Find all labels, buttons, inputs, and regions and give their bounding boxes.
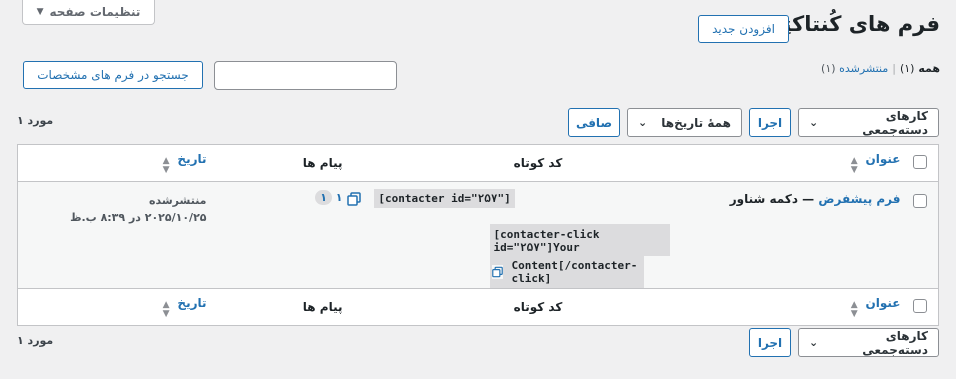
filter-published-label: منتشرشده <box>839 62 889 75</box>
header-checkbox-cell <box>903 145 939 182</box>
copy-icon[interactable] <box>346 191 361 206</box>
filter-published[interactable]: منتشرشده (۱) <box>821 62 888 75</box>
filter-published-count: (۱) <box>821 62 836 75</box>
bulk-actions-select-bottom[interactable]: کارهای دسته‌جمعی ⌄ <box>798 328 939 357</box>
shortcode-text-2a: [contacter-click id="۲۵۷"]Your <box>489 224 670 256</box>
row-shortcode-cell: [contacter id="۲۵۷"] [contacter-click id… <box>346 182 670 289</box>
table-footer-row: عنوان ▲ ▼ کد کوتاه پیام ها تاریخ ▲ ▼ <box>18 289 939 326</box>
dates-filter-label: همهٔ تاریخ‌ها <box>661 115 731 130</box>
bulk-actions-label: کارهای دسته‌جمعی <box>862 328 928 357</box>
status-filters: همه (۱)|منتشرشده (۱) <box>821 62 940 75</box>
footer-shortcode-cell: کد کوتاه <box>347 289 670 326</box>
row-date: ۲۰۲۵/۱۰/۲۵ در ۸:۳۹ ب.ظ <box>70 211 207 224</box>
sort-icon: ▲ ▼ <box>162 299 170 319</box>
row-messages-cell: ۱ ۱ <box>217 182 347 289</box>
sort-icon: ▲ ▼ <box>850 299 858 319</box>
shortcode-text-1: [contacter id="۲۵۷"] <box>374 189 515 208</box>
row-status: منتشرشده <box>149 194 207 207</box>
filter-all-count: (۱) <box>899 62 915 75</box>
table-row: فرم پیشفرض — دکمه شناور [contacter id="۲… <box>17 181 939 289</box>
row-checkbox-cell <box>903 182 939 289</box>
header-shortcode: کد کوتاه <box>513 156 563 170</box>
row-checkbox[interactable] <box>913 194 928 208</box>
header-messages-cell: پیام ها <box>217 145 347 182</box>
footer-date-cell[interactable]: تاریخ ▲ ▼ <box>18 289 217 326</box>
chevron-down-icon: ⌄ <box>638 116 648 129</box>
search-input[interactable] <box>214 61 397 90</box>
messages-bubble[interactable]: ۱ <box>315 190 332 205</box>
footer-title-cell[interactable]: عنوان ▲ ▼ <box>670 289 903 326</box>
screen-options-button[interactable]: ▼ تنظیمات صفحه <box>22 0 155 25</box>
header-date-cell[interactable]: تاریخ ▲ ▼ <box>18 145 217 182</box>
add-new-button[interactable]: افزودن جدید <box>698 15 789 43</box>
shortcode-block-1: [contacter id="۲۵۷"] <box>346 189 670 208</box>
header-messages: پیام ها <box>302 156 343 170</box>
footer-checkbox-cell <box>903 289 939 326</box>
row-title-cell: فرم پیشفرض — دکمه شناور <box>670 182 903 289</box>
header-title-cell[interactable]: عنوان ▲ ▼ <box>670 145 903 182</box>
footer-messages: پیام ها <box>302 300 343 314</box>
row-title-link[interactable]: فرم پیشفرض <box>818 192 900 206</box>
apply-button-bottom[interactable]: اجرا <box>749 328 791 357</box>
select-all-checkbox[interactable] <box>913 154 928 169</box>
filter-button[interactable]: صافی <box>568 108 620 137</box>
footer-messages-cell: پیام ها <box>217 289 347 326</box>
header-title-link[interactable]: عنوان <box>866 152 901 166</box>
messages-count-link[interactable]: ۱ <box>336 191 343 204</box>
select-all-checkbox-footer[interactable] <box>913 298 928 313</box>
shortcode-block-2: [contacter-click id="۲۵۷"]Your Content[/… <box>489 224 670 288</box>
table-header-row: عنوان ▲ ▼ کد کوتاه پیام ها تاریخ ▲ ▼ <box>17 145 939 182</box>
bulk-actions-select-top[interactable]: کارهای دسته‌جمعی ⌄ <box>798 108 939 137</box>
screen-options-label: تنظیمات صفحه <box>49 5 141 19</box>
forms-table: عنوان ▲ ▼ کد کوتاه پیام ها تاریخ ▲ ▼ فرم پ… <box>17 144 939 326</box>
filter-all[interactable]: همه (۱) <box>900 62 940 75</box>
filter-all-label: همه <box>918 62 940 75</box>
page-title: فرم های کُنتاکتِر <box>770 12 940 36</box>
sort-icon: ▲ ▼ <box>162 155 170 175</box>
shortcode-text-2b: Content[/contacter-click] <box>509 256 644 288</box>
header-date-link[interactable]: تاریخ <box>177 152 206 166</box>
items-count-top: ۱ مورد <box>17 114 54 127</box>
sort-icon: ▲ ▼ <box>850 155 858 175</box>
footer-shortcode: کد کوتاه <box>513 300 563 314</box>
apply-button-top[interactable]: اجرا <box>749 108 791 137</box>
row-title-suffix: — دکمه شناور <box>729 192 819 206</box>
chevron-down-icon: ▼ <box>36 7 44 17</box>
chevron-down-icon: ⌄ <box>809 116 819 129</box>
filter-separator: | <box>892 62 896 75</box>
row-date-cell: منتشرشده ۲۰۲۵/۱۰/۲۵ در ۸:۳۹ ب.ظ <box>18 182 217 289</box>
footer-date-link[interactable]: تاریخ <box>177 296 206 310</box>
search-button[interactable]: جستجو در فرم های مشخصات <box>23 61 203 89</box>
header-shortcode-cell: کد کوتاه <box>347 145 670 182</box>
copy-icon[interactable] <box>491 265 503 279</box>
bulk-actions-label: کارهای دسته‌جمعی <box>862 108 928 137</box>
dates-filter-select[interactable]: همهٔ تاریخ‌ها ⌄ <box>627 108 742 137</box>
items-count-bottom: ۱ مورد <box>17 334 54 347</box>
footer-title-link[interactable]: عنوان <box>866 296 901 310</box>
chevron-down-icon: ⌄ <box>809 336 819 349</box>
